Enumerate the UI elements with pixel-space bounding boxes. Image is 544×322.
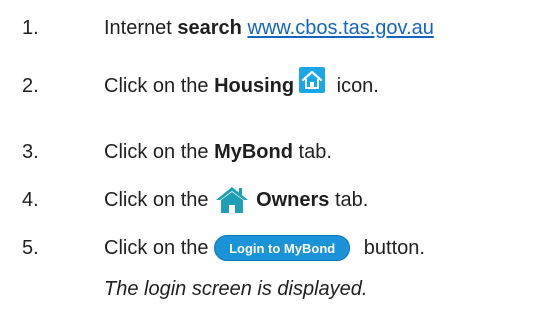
step-prefix: Click on the [104,140,215,163]
housing-icon [299,67,326,93]
step-suffix: button. [358,236,425,259]
step-text: Click on the Owners tab. [104,185,368,215]
step-text: Click on the MyBond tab. [104,141,332,164]
login-to-mybond-button[interactable]: Login to MyBond [214,235,351,261]
step-bold-term: Owners [256,188,330,211]
step-suffix: icon. [331,74,379,97]
step-number: 4. [22,188,39,211]
step-text: Click on the Login to MyBond button. [104,235,425,261]
step-number: 3. [22,140,39,163]
cbos-website-link[interactable]: www.cbos.tas.gov.au [247,17,433,40]
result-note: The login screen is displayed. [104,278,368,300]
step-prefix: Click on the [104,188,215,211]
step-number: 5. [22,236,39,259]
step-suffix: tab. [292,140,332,163]
step-number: 1. [22,16,39,39]
house-icon [214,185,250,215]
step-prefix: Internet [104,16,178,39]
step-prefix: Click on the [104,74,215,97]
step-text: Click on the Housing icon. [104,67,379,99]
step-text: Internet search www.cbos.tas.gov.au [104,17,434,40]
step-bold-term: MyBond [214,140,293,163]
step-bold-term: search [177,16,242,39]
step-bold-term: Housing [214,74,295,97]
step-suffix: tab. [329,188,369,211]
step-number: 2. [22,74,39,97]
step-prefix: Click on the [104,236,215,259]
